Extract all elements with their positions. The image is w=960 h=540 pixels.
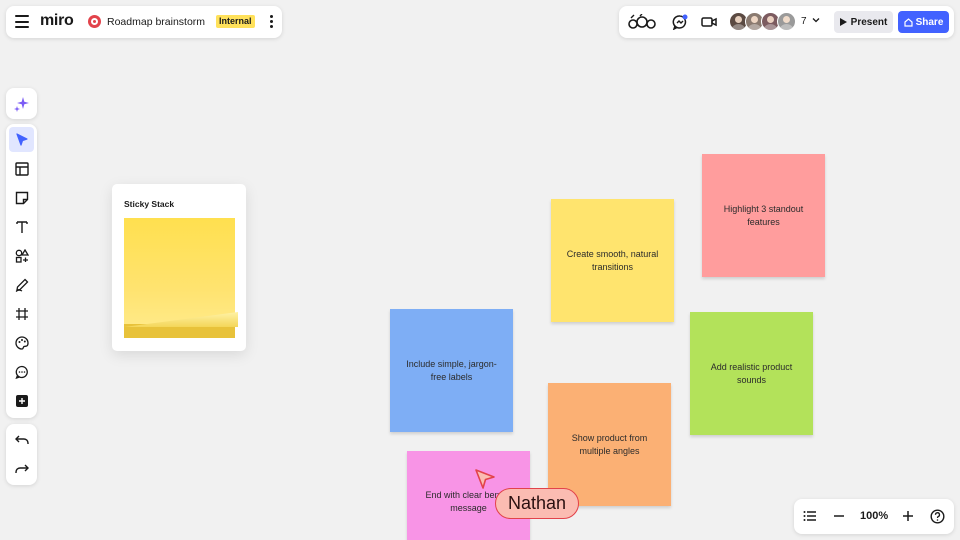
collaborator-cursor-icon — [475, 469, 495, 489]
comment-tool[interactable] — [9, 359, 34, 384]
hamburger-icon[interactable] — [15, 15, 29, 28]
sticky-note[interactable]: Highlight 3 standout features — [702, 154, 825, 277]
more-tools[interactable] — [9, 388, 34, 413]
text-icon — [15, 220, 28, 233]
text-tool[interactable] — [9, 214, 34, 239]
kebab-icon[interactable] — [269, 15, 273, 28]
plus-icon — [15, 394, 28, 407]
share-label: Share — [915, 16, 944, 28]
shapes-tool[interactable] — [9, 243, 34, 268]
avatar[interactable] — [777, 12, 796, 31]
zoom-controls: 100% — [794, 499, 954, 534]
redo-icon — [14, 464, 29, 473]
templates-tool[interactable] — [9, 156, 34, 181]
ai-assist-button[interactable] — [6, 88, 37, 119]
sticky-stack-title: Sticky Stack — [124, 199, 175, 209]
pen-icon — [15, 278, 28, 292]
chat-icon[interactable] — [672, 14, 688, 30]
zoom-out-icon[interactable] — [832, 509, 846, 523]
collaborator-cursor-label: Nathan — [495, 488, 580, 519]
zoom-level[interactable]: 100% — [860, 510, 888, 522]
target-icon — [88, 15, 101, 28]
layout-icon — [14, 161, 29, 176]
collaborator-count[interactable]: 7 — [801, 16, 807, 27]
frame-icon — [15, 307, 28, 320]
sticky-stack-widget[interactable]: Sticky Stack — [112, 184, 246, 351]
home-icon — [903, 17, 913, 27]
redo-button[interactable] — [9, 456, 34, 481]
share-button[interactable]: Share — [898, 11, 949, 33]
pen-tool[interactable] — [9, 272, 34, 297]
frame-tool[interactable] — [9, 301, 34, 326]
reactions-icon[interactable] — [627, 14, 657, 30]
sticky-note-icon — [15, 191, 28, 204]
app-logo[interactable]: miro — [40, 12, 74, 30]
reactions-tool[interactable] — [9, 330, 34, 355]
classification-badge[interactable]: Internal — [216, 15, 255, 28]
palette-icon — [14, 335, 29, 350]
board-title[interactable]: Roadmap brainstorm — [107, 16, 205, 28]
comment-icon — [14, 365, 28, 379]
sparkle-icon — [13, 96, 29, 112]
present-button[interactable]: Present — [834, 11, 893, 33]
sticky-note[interactable]: Include simple, jargon-free labels — [390, 309, 513, 432]
sticky-note[interactable]: Create smooth, natural transitions — [551, 199, 674, 322]
undo-button[interactable] — [9, 427, 34, 452]
shapes-icon — [15, 248, 29, 263]
undo-icon — [14, 435, 29, 444]
play-icon — [839, 18, 847, 26]
select-tool[interactable] — [9, 127, 34, 152]
chevron-down-icon[interactable] — [812, 16, 820, 24]
collaboration-bar: 7 Present Share — [619, 6, 954, 38]
help-icon[interactable] — [930, 509, 945, 524]
board-header: miro Roadmap brainstorm Internal — [6, 6, 282, 38]
list-icon[interactable] — [803, 509, 817, 523]
history-toolbar — [6, 424, 37, 485]
video-icon[interactable] — [701, 14, 717, 30]
creation-toolbar — [6, 124, 37, 418]
present-label: Present — [850, 16, 888, 28]
sticky-note[interactable]: Add realistic product sounds — [690, 312, 813, 435]
zoom-in-icon[interactable] — [901, 509, 915, 523]
arrow-cursor-icon — [15, 132, 28, 146]
sticky-note-tool[interactable] — [9, 185, 34, 210]
